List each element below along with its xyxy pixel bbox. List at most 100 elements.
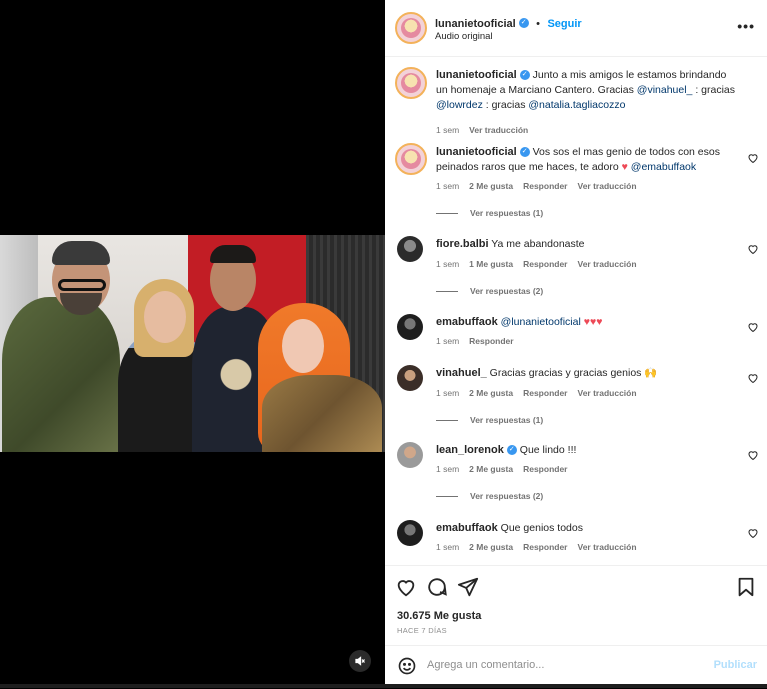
comment-username[interactable]: lunanietooficial	[436, 146, 517, 158]
comment-meta: 1 sem 2 Me gusta Responder Ver traducción	[436, 388, 647, 398]
comment-text: emabuffaok @lunanietooficial ♥♥♥	[436, 315, 739, 330]
post-media[interactable]	[0, 0, 385, 688]
audio-label[interactable]: Audio original	[435, 31, 493, 42]
reply-button[interactable]: Responder	[523, 259, 567, 269]
comment-likes[interactable]: 1 Me gusta	[469, 259, 513, 269]
comment-text: lunanietooficial ✓ Vos sos el mas genio d…	[436, 145, 739, 175]
like-comment-heart-icon[interactable]	[747, 152, 759, 164]
comment-time[interactable]: 1 sem	[436, 336, 459, 346]
comment-likes[interactable]: 2 Me gusta	[469, 464, 513, 474]
comment-avatar[interactable]	[395, 143, 427, 175]
view-replies-button[interactable]: Ver respuestas (1)	[436, 208, 543, 218]
comment-time[interactable]: 1 sem	[436, 388, 459, 398]
translate-link[interactable]: Ver traducción	[578, 259, 637, 269]
instagram-post-view: lunanietooficial ✓ • Seguir Audio origina…	[0, 0, 767, 688]
like-comment-heart-icon[interactable]	[747, 449, 759, 461]
author-avatar[interactable]	[395, 12, 427, 44]
verified-icon: ✓	[506, 445, 517, 456]
comment-time[interactable]: 1 sem	[436, 181, 459, 191]
person-2-face	[144, 291, 186, 343]
translate-link[interactable]: Ver traducción	[578, 542, 637, 552]
comment-avatar[interactable]	[397, 365, 423, 391]
comment-likes[interactable]: 2 Me gusta	[469, 542, 513, 552]
comment-text: vinahuel_ Gracias gracias y gracias geni…	[436, 366, 739, 381]
separator-dot: •	[536, 18, 540, 30]
like-comment-heart-icon[interactable]	[747, 243, 759, 255]
comment-avatar[interactable]	[397, 520, 423, 546]
reply-button[interactable]: Responder	[523, 464, 567, 474]
mention-link[interactable]: @vinahuel_	[637, 84, 693, 96]
mention-link[interactable]: @lowrdez	[436, 99, 483, 111]
comment-meta: 1 sem 2 Me gusta Responder	[436, 464, 578, 474]
verified-icon: ✓	[518, 17, 529, 28]
caption-username[interactable]: lunanietooficial	[436, 69, 517, 81]
reply-button[interactable]: Responder	[469, 336, 513, 346]
mention-link[interactable]: @natalia.tagliacozzo	[528, 99, 625, 111]
post-header: lunanietooficial ✓ • Seguir Audio origina…	[385, 0, 767, 57]
bookmark-icon[interactable]	[735, 576, 757, 598]
comment-likes[interactable]: 2 Me gusta	[469, 181, 513, 191]
mention-link[interactable]: @emabuffaok	[631, 161, 696, 173]
post-date[interactable]: HACE 7 DÍAS	[397, 626, 447, 635]
verified-icon: ✓	[519, 147, 530, 158]
reply-button[interactable]: Responder	[523, 542, 567, 552]
follow-button[interactable]: Seguir	[547, 18, 581, 30]
caption-body: : gracias	[482, 99, 529, 111]
person-4-head	[282, 319, 324, 373]
red-heart-emoji: ♥	[621, 161, 628, 173]
comment-meta: 1 sem 2 Me gusta Responder Ver traducción	[436, 181, 647, 191]
translate-link[interactable]: Ver traducción	[578, 181, 637, 191]
mention-link[interactable]: @lunanietooficial	[501, 316, 581, 328]
person-1-hair	[52, 241, 110, 265]
like-comment-heart-icon[interactable]	[747, 321, 759, 333]
view-replies-button[interactable]: Ver respuestas (1)	[436, 415, 543, 425]
author-line: lunanietooficial ✓ • Seguir	[435, 14, 582, 32]
comment-input[interactable]: Agrega un comentario...	[427, 659, 544, 671]
post-photo[interactable]	[0, 235, 385, 452]
translate-link[interactable]: Ver traducción	[578, 388, 637, 398]
comment-time[interactable]: 1 sem	[436, 542, 459, 552]
person-4	[262, 375, 382, 452]
likes-count[interactable]: 30.675 Me gusta	[397, 610, 481, 622]
reply-button[interactable]: Responder	[523, 181, 567, 191]
caption-text: lunanietooficial ✓ Junto a mis amigos le …	[436, 68, 739, 113]
comment-meta: 1 sem 2 Me gusta Responder Ver traducción	[436, 542, 647, 552]
comment-avatar[interactable]	[397, 236, 423, 262]
caption-time[interactable]: 1 sem	[436, 125, 459, 135]
mute-button[interactable]	[349, 650, 371, 672]
view-replies-button[interactable]: Ver respuestas (2)	[436, 491, 543, 501]
like-comment-heart-icon[interactable]	[747, 527, 759, 539]
comment-username[interactable]: emabuffaok	[436, 316, 498, 328]
red-hearts-emoji: ♥♥♥	[583, 316, 603, 328]
comment-avatar[interactable]	[397, 442, 423, 468]
emoji-icon[interactable]	[397, 656, 417, 676]
comment-avatar[interactable]	[397, 314, 423, 340]
comment-username[interactable]: lean_lorenok	[436, 444, 504, 456]
comments-list[interactable]: lunanietooficial ✓ Junto a mis amigos le …	[385, 57, 767, 565]
publish-button[interactable]: Publicar	[714, 659, 757, 671]
comment-likes[interactable]: 2 Me gusta	[469, 388, 513, 398]
comment-body: Ya me abandonaste	[491, 238, 585, 250]
caption-avatar[interactable]	[395, 67, 427, 99]
view-replies-button[interactable]: Ver respuestas (2)	[436, 286, 543, 296]
comment-username[interactable]: fiore.balbi	[436, 238, 489, 250]
heart-icon[interactable]	[395, 576, 417, 598]
like-comment-heart-icon[interactable]	[747, 372, 759, 384]
person-3-hair	[210, 245, 256, 263]
person-1	[2, 297, 120, 452]
raised-hands-emoji: 🙌	[644, 367, 658, 379]
comment-body: Que lindo !!!	[519, 444, 577, 456]
reply-button[interactable]: Responder	[523, 388, 567, 398]
comment-meta: 1 sem Responder	[436, 336, 524, 346]
translate-link[interactable]: Ver traducción	[469, 125, 528, 135]
comment-username[interactable]: vinahuel_	[436, 367, 487, 379]
share-icon[interactable]	[457, 576, 479, 598]
comment-time[interactable]: 1 sem	[436, 464, 459, 474]
more-icon[interactable]: •••	[737, 18, 755, 34]
comment-time[interactable]: 1 sem	[436, 259, 459, 269]
comment-username[interactable]: emabuffaok	[436, 522, 498, 534]
caption-meta: 1 sem Ver traducción	[436, 125, 538, 135]
caption-body: : gracias	[692, 84, 736, 96]
comment-icon[interactable]	[426, 576, 448, 598]
author-username[interactable]: lunanietooficial	[435, 18, 516, 30]
